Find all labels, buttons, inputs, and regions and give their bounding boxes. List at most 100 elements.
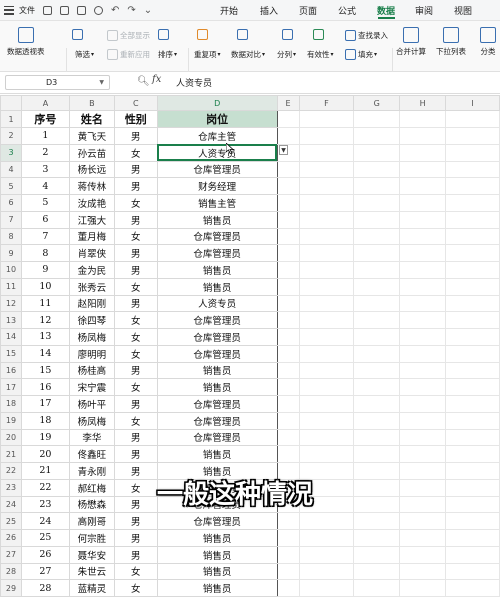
- new-file-icon[interactable]: [43, 5, 52, 15]
- data-validation-dropdown-button[interactable]: ▼: [279, 145, 288, 155]
- empty-cell[interactable]: [399, 462, 447, 480]
- column-header-h[interactable]: H: [399, 95, 447, 111]
- cell-position[interactable]: 仓库管理员: [156, 311, 278, 329]
- dropdown-list-button[interactable]: 下拉列表: [436, 27, 466, 57]
- empty-cell[interactable]: [298, 361, 355, 380]
- compare-icon-button[interactable]: [237, 29, 250, 40]
- cell-gender[interactable]: 女: [113, 378, 158, 396]
- cell-gender[interactable]: 女: [113, 579, 158, 597]
- empty-cell[interactable]: [353, 244, 401, 262]
- cell-name[interactable]: 宋宁震: [68, 378, 115, 396]
- row-header[interactable]: 15: [0, 344, 22, 363]
- empty-cell[interactable]: [298, 194, 355, 212]
- cell-no[interactable]: 24: [20, 512, 70, 530]
- tab-view[interactable]: 视图: [454, 4, 472, 17]
- empty-cell[interactable]: [353, 529, 401, 547]
- cell-gender[interactable]: 女: [113, 562, 158, 581]
- cell-no[interactable]: 11: [20, 294, 70, 313]
- empty-cell[interactable]: [353, 462, 401, 480]
- chevron-down-icon[interactable]: ▼: [99, 79, 104, 86]
- column-header-c[interactable]: C: [113, 95, 158, 111]
- cell-gender[interactable]: 男: [113, 462, 158, 480]
- cell-gender[interactable]: 男: [113, 395, 158, 413]
- empty-cell[interactable]: [353, 160, 401, 179]
- row-header[interactable]: 14: [0, 328, 22, 346]
- empty-cell[interactable]: [353, 562, 401, 581]
- cell-no[interactable]: 12: [20, 311, 70, 329]
- empty-cell[interactable]: [298, 344, 355, 363]
- cell-name[interactable]: 青永刚: [68, 462, 115, 480]
- cell-position[interactable]: 仓库管理员: [156, 244, 278, 262]
- empty-cell[interactable]: [276, 428, 300, 447]
- cell-position[interactable]: 人资专员: [156, 294, 278, 313]
- row-header[interactable]: 5: [0, 177, 22, 195]
- empty-cell[interactable]: [276, 177, 300, 195]
- tab-insert[interactable]: 插入: [260, 4, 278, 17]
- cell-name[interactable]: 郝红梅: [68, 478, 115, 497]
- cell-name[interactable]: 高刚哥: [68, 512, 115, 530]
- empty-cell[interactable]: [353, 428, 401, 447]
- empty-cell[interactable]: [399, 395, 447, 413]
- active-cell[interactable]: 人资专员: [156, 143, 278, 162]
- empty-cell[interactable]: [445, 244, 500, 262]
- empty-cell[interactable]: [445, 529, 500, 547]
- cell-name[interactable]: 蒋传林: [68, 177, 115, 195]
- empty-cell[interactable]: [276, 160, 300, 179]
- cell-position[interactable]: 销售员: [156, 361, 278, 380]
- cell-position[interactable]: 销售员: [156, 261, 278, 279]
- print-icon[interactable]: [77, 5, 86, 15]
- cell-gender[interactable]: 男: [113, 428, 158, 447]
- cell-no[interactable]: 20: [20, 445, 70, 463]
- header-cell-no[interactable]: 序号: [20, 110, 70, 128]
- zoom-icon[interactable]: 🔍︎: [137, 76, 150, 87]
- empty-cell[interactable]: [298, 227, 355, 246]
- empty-cell[interactable]: [353, 311, 401, 329]
- cell-gender[interactable]: 男: [113, 445, 158, 463]
- empty-cell[interactable]: [353, 411, 401, 430]
- chevron-down-icon[interactable]: ⌄: [144, 5, 152, 15]
- cell-gender[interactable]: 女: [113, 277, 158, 296]
- row-header[interactable]: 2: [0, 127, 22, 145]
- row-header[interactable]: 17: [0, 378, 22, 396]
- cell-name[interactable]: 汝成艳: [68, 194, 115, 212]
- empty-cell[interactable]: [445, 378, 500, 396]
- empty-cell[interactable]: [399, 529, 447, 547]
- empty-cell[interactable]: [276, 110, 300, 128]
- cell-gender[interactable]: 男: [113, 160, 158, 179]
- cell-gender[interactable]: 女: [113, 478, 158, 497]
- cell-gender[interactable]: 男: [113, 294, 158, 313]
- empty-cell[interactable]: [445, 512, 500, 530]
- empty-cell[interactable]: [399, 328, 447, 346]
- empty-cell[interactable]: [276, 579, 300, 597]
- empty-cell[interactable]: [445, 428, 500, 447]
- cell-name[interactable]: 赵阳刚: [68, 294, 115, 313]
- file-menu[interactable]: 文件: [19, 5, 35, 16]
- cell-no[interactable]: 17: [20, 395, 70, 413]
- empty-cell[interactable]: [445, 579, 500, 597]
- split-column-button[interactable]: 分列 ▾: [277, 49, 296, 60]
- empty-cell[interactable]: [399, 579, 447, 597]
- cell-position[interactable]: 销售员: [156, 445, 278, 463]
- empty-cell[interactable]: [399, 194, 447, 212]
- cell-position[interactable]: 销售员: [156, 277, 278, 296]
- empty-cell[interactable]: [445, 160, 500, 179]
- duplicates-icon-button[interactable]: [197, 29, 210, 40]
- cell-no[interactable]: 3: [20, 160, 70, 179]
- row-header[interactable]: 4: [0, 160, 22, 179]
- cell-no[interactable]: 23: [20, 495, 70, 514]
- empty-cell[interactable]: [399, 127, 447, 145]
- empty-cell[interactable]: [298, 529, 355, 547]
- redo-icon[interactable]: ↷: [127, 5, 135, 15]
- empty-cell[interactable]: [298, 210, 355, 229]
- row-header[interactable]: 8: [0, 227, 22, 246]
- cell-gender[interactable]: 女: [113, 227, 158, 246]
- empty-cell[interactable]: [399, 512, 447, 530]
- empty-cell[interactable]: [276, 529, 300, 547]
- empty-cell[interactable]: [399, 445, 447, 463]
- empty-cell[interactable]: [276, 545, 300, 564]
- cell-gender[interactable]: 男: [113, 529, 158, 547]
- empty-cell[interactable]: [298, 160, 355, 179]
- tab-review[interactable]: 审阅: [415, 4, 433, 17]
- cell-name[interactable]: 董月梅: [68, 227, 115, 246]
- cell-gender[interactable]: 女: [113, 411, 158, 430]
